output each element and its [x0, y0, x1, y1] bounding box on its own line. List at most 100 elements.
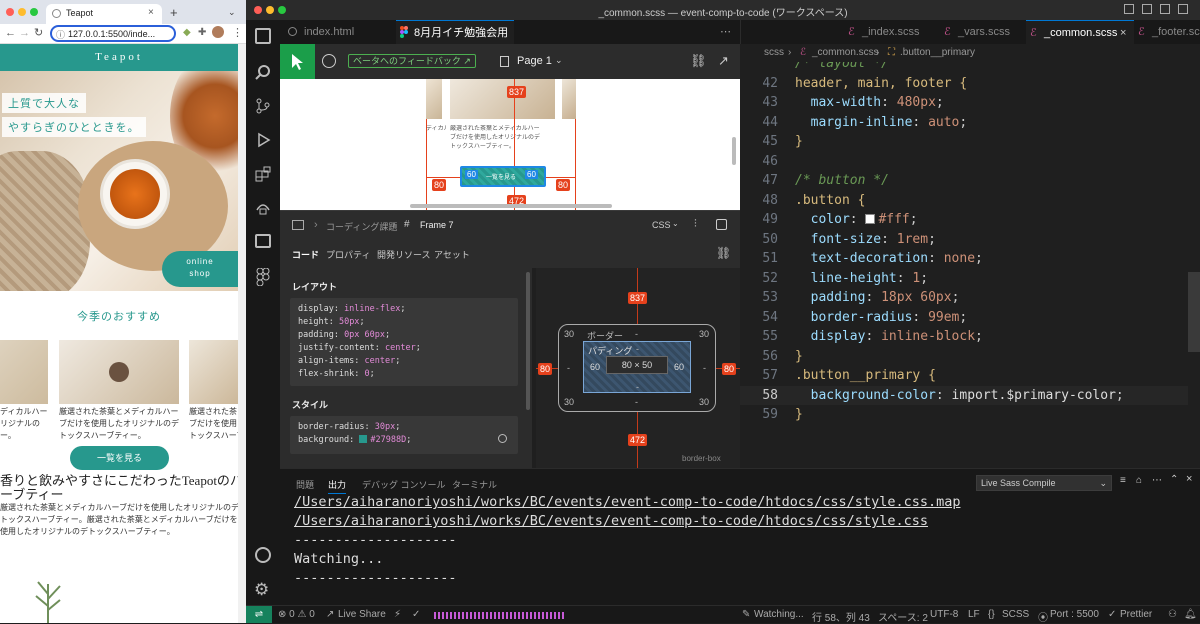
- select-tool-button[interactable]: [280, 44, 315, 79]
- code-line[interactable]: 48 .button {: [740, 191, 1188, 211]
- code-line[interactable]: 59}: [740, 405, 1188, 425]
- folder-icon[interactable]: [255, 234, 271, 248]
- tab-code[interactable]: コード: [292, 248, 319, 261]
- tab-properties[interactable]: プロパティ: [326, 248, 370, 261]
- chevron-down-icon[interactable]: ⌄: [672, 219, 679, 228]
- problems-count[interactable]: ⊗ 0 ⚠ 0: [278, 609, 315, 620]
- code-line[interactable]: 42 header, main, footer {: [740, 74, 1188, 94]
- comment-icon[interactable]: [322, 54, 336, 68]
- breadcrumb-symbol[interactable]: .button__primary: [900, 47, 975, 58]
- account-icon[interactable]: [255, 547, 271, 563]
- editor-scrollbar[interactable]: [1188, 272, 1200, 352]
- tab-index-html[interactable]: index.html: [286, 20, 396, 44]
- panel-tab-problems[interactable]: 問題: [296, 478, 314, 491]
- breadcrumb-folder[interactable]: scss: [764, 47, 784, 58]
- code-line[interactable]: 57 .button__primary {: [740, 366, 1188, 386]
- avatar[interactable]: [212, 26, 224, 38]
- inspect-scrollbar[interactable]: [526, 272, 530, 410]
- output-channel-select[interactable]: Live Sass Compile ⌄: [976, 475, 1112, 491]
- breadcrumb-parent[interactable]: コーディング課題: [326, 220, 397, 233]
- remote-indicator[interactable]: ⇌: [246, 606, 272, 623]
- close-window-button[interactable]: [6, 8, 14, 16]
- toggle-sidebar-icon[interactable]: [1124, 4, 1134, 14]
- chevron-down-icon[interactable]: ⌄: [228, 7, 236, 18]
- indentation[interactable]: スペース: 2: [878, 609, 928, 624]
- code-line[interactable]: 54 border-radius: 99em;: [740, 308, 1188, 328]
- explorer-icon[interactable]: [255, 28, 271, 44]
- page-scrollbar[interactable]: [238, 44, 246, 623]
- lock-icon[interactable]: ⌂: [1136, 475, 1142, 486]
- settings-sliders-icon[interactable]: ⫶: [694, 218, 697, 231]
- extensions-icon[interactable]: [255, 166, 271, 182]
- extension-icon[interactable]: ◆: [183, 27, 191, 38]
- info-icon[interactable]: ⓘ: [56, 28, 65, 41]
- forward-icon[interactable]: →: [19, 27, 30, 39]
- more-actions-icon[interactable]: ⋯: [1152, 475, 1162, 486]
- bell-icon[interactable]: 🔔︎: [1184, 609, 1197, 620]
- toggle-secondary-sidebar-icon[interactable]: [1160, 4, 1170, 14]
- canvas-scrollbar-horizontal[interactable]: [410, 204, 612, 208]
- breadcrumb-file[interactable]: _common.scss: [812, 47, 879, 58]
- code-line[interactable]: 45}: [740, 132, 1188, 152]
- code-line[interactable]: 46: [740, 152, 1188, 172]
- panel-tab-output[interactable]: 出力: [328, 478, 347, 494]
- lightning-icon[interactable]: ⚡: [394, 609, 401, 620]
- live-server-port[interactable]: Port : 5500: [1050, 609, 1099, 620]
- code-line[interactable]: 52 line-height: 1;: [740, 269, 1188, 289]
- link-icon[interactable]: ⛓: [690, 53, 707, 69]
- panel-tab-debug-console[interactable]: デバッグ コンソール: [362, 478, 446, 491]
- layout-code-block[interactable]: display: inline-flex; height: 50px; paddin…: [290, 298, 518, 386]
- gear-icon[interactable]: ⚙: [254, 580, 269, 600]
- encoding[interactable]: UTF-8: [930, 609, 958, 620]
- code-line[interactable]: 50 font-size: 1rem;: [740, 230, 1188, 250]
- remote-explorer-icon[interactable]: [255, 200, 271, 216]
- figma-icon[interactable]: [256, 268, 270, 286]
- cursor-position[interactable]: 行 58、列 43: [812, 609, 870, 624]
- close-icon[interactable]: ×: [1186, 473, 1192, 485]
- address-bar[interactable]: ⓘ 127.0.0.1:5500/inde...: [50, 25, 176, 42]
- code-line[interactable]: 53 padding: 18px 60px;: [740, 288, 1188, 308]
- address-text[interactable]: 127.0.0.1:5500/inde...: [68, 29, 155, 39]
- code-line[interactable]: 58 background-color: import.$primary-col…: [740, 385, 1188, 405]
- tab-assets[interactable]: アセット: [434, 248, 470, 261]
- sass-watching-status[interactable]: Watching...: [754, 609, 804, 620]
- info-icon[interactable]: [498, 434, 507, 443]
- selected-button-frame[interactable]: 60 一覧を見る 60: [460, 166, 546, 187]
- breadcrumb-frame[interactable]: Frame 7: [420, 220, 454, 230]
- page-selector[interactable]: Page 1: [517, 55, 552, 67]
- code-line[interactable]: 47 /* button */: [740, 171, 1188, 191]
- language-selector[interactable]: CSS: [652, 220, 671, 230]
- clear-output-icon[interactable]: ≡: [1120, 475, 1126, 486]
- panel-tab-terminal[interactable]: ターミナル: [452, 478, 497, 491]
- reload-icon[interactable]: ↻: [34, 26, 43, 39]
- back-icon[interactable]: ←: [5, 27, 16, 39]
- layers-icon[interactable]: [292, 220, 304, 230]
- check-icon[interactable]: ✓: [412, 609, 420, 620]
- chevron-down-icon[interactable]: ⌄: [555, 55, 563, 66]
- prettier-status[interactable]: Prettier: [1120, 609, 1152, 620]
- zoom-window-button[interactable]: [30, 8, 38, 16]
- code-line[interactable]: 49 color: #fff;: [740, 210, 1188, 230]
- style-code-block[interactable]: border-radius: 30px; background: #27988D;: [290, 416, 518, 454]
- end-of-line[interactable]: LF: [968, 609, 980, 620]
- toggle-panel-icon[interactable]: [1142, 4, 1152, 14]
- code-line[interactable]: 55 display: inline-block;: [740, 327, 1188, 347]
- run-debug-icon[interactable]: [255, 132, 271, 148]
- output-line[interactable]: /Users/aiharanoriyoshi/works/BC/events/e…: [294, 493, 1194, 512]
- close-icon[interactable]: ×: [148, 7, 154, 18]
- customize-layout-icon[interactable]: [1178, 4, 1188, 14]
- search-icon[interactable]: [255, 64, 271, 80]
- live-share-button[interactable]: Live Share: [338, 609, 386, 620]
- tab-common-scss[interactable]: ℰ _common.scss ×: [1026, 20, 1134, 44]
- accounts-icon[interactable]: ⚇: [1168, 609, 1177, 620]
- minimize-window-button[interactable]: [18, 8, 26, 16]
- site-logo[interactable]: Teapot: [0, 51, 238, 63]
- browser-tab[interactable]: Teapot ×: [46, 4, 162, 24]
- code-line[interactable]: /* layout */: [740, 62, 1188, 74]
- code-line[interactable]: 44 margin-inline: auto;: [740, 113, 1188, 133]
- link-icon[interactable]: ⛓: [716, 246, 731, 260]
- output-line[interactable]: /Users/aiharanoriyoshi/works/BC/events/e…: [294, 512, 1194, 531]
- tab-vars-scss[interactable]: ℰ _vars.scss: [940, 20, 1026, 44]
- kebab-menu-icon[interactable]: ⋮: [232, 26, 243, 39]
- feedback-link[interactable]: ベータへのフィードバック ↗: [348, 54, 476, 68]
